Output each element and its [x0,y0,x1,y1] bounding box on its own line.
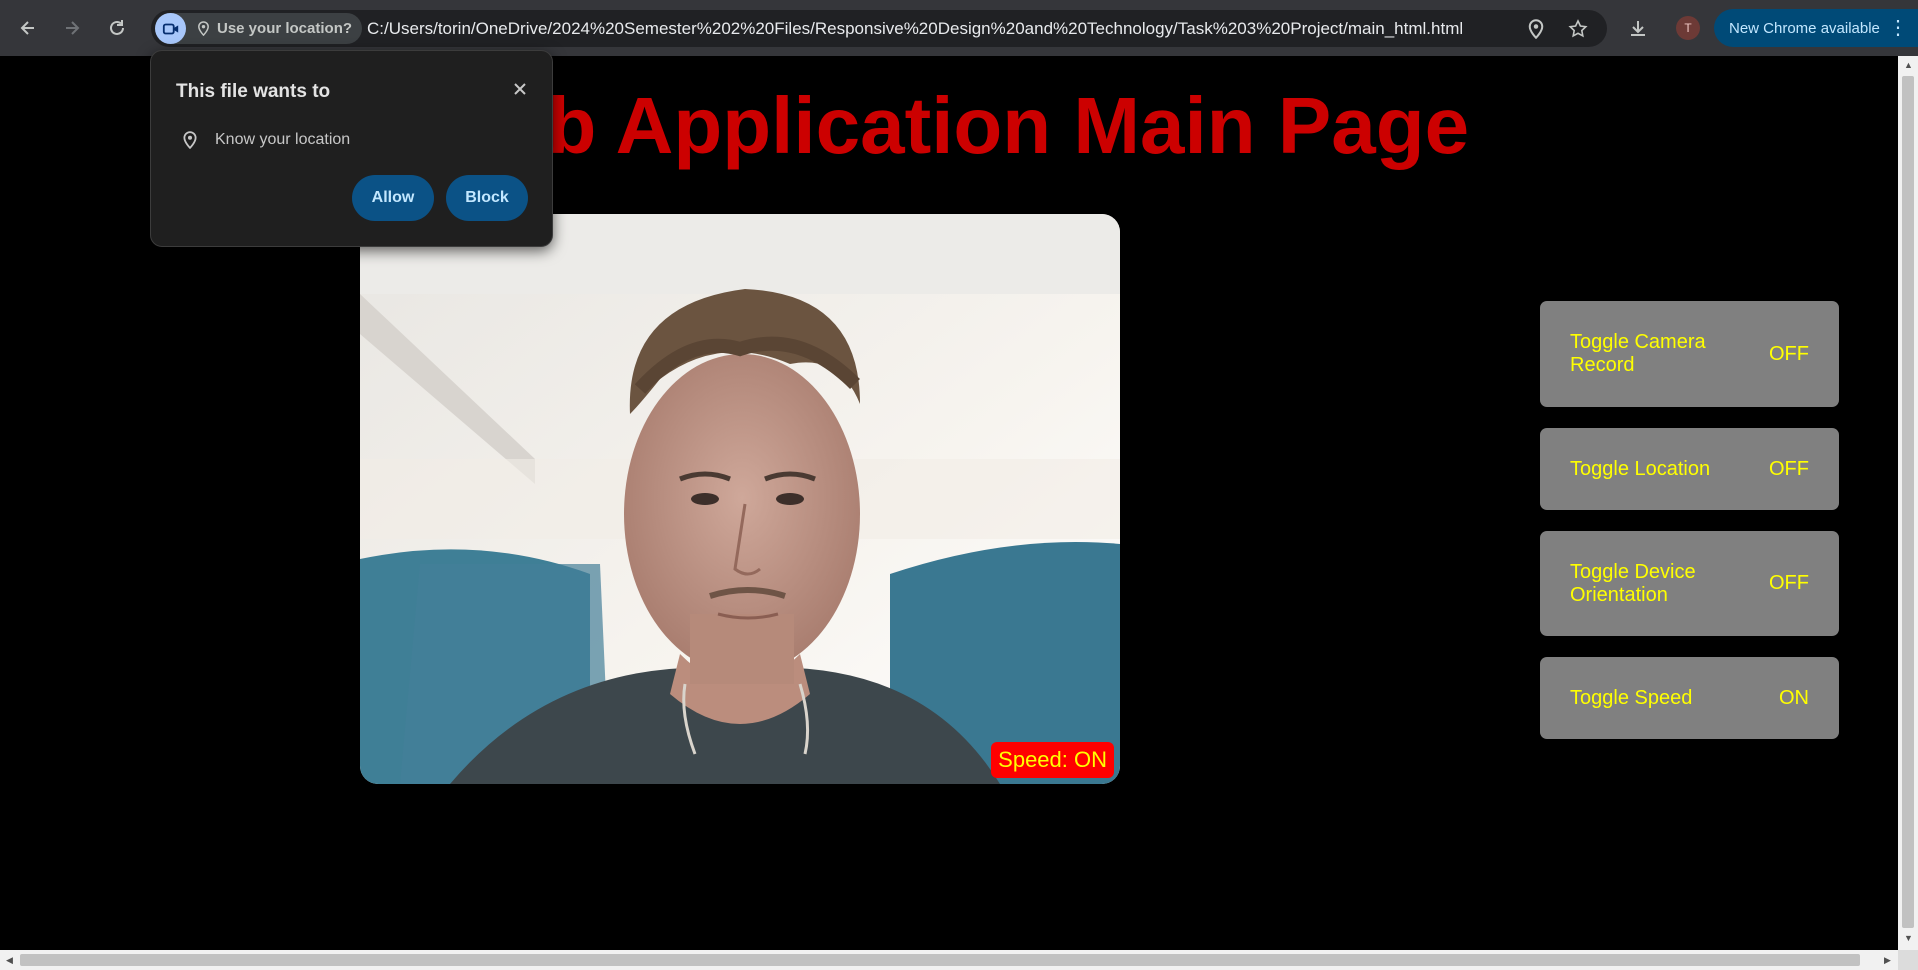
toggle-state: OFF [1769,572,1809,594]
back-button[interactable] [12,12,44,44]
scroll-down-arrow-icon[interactable]: ▼ [1904,933,1913,943]
toggle-label: Toggle Camera Record [1570,331,1706,376]
close-icon[interactable] [510,79,530,99]
toggle-label: Toggle Speed [1570,686,1693,709]
reload-button[interactable] [101,12,133,44]
location-pin-icon [1528,19,1544,39]
toggle-state: OFF [1769,342,1809,365]
scrollbar-corner [1898,950,1918,970]
location-indicator-button[interactable] [1523,16,1549,42]
permission-request-row: Know your location [181,131,350,149]
toggle-state: ON [1779,686,1809,709]
scroll-right-arrow-icon[interactable]: ▶ [1884,955,1891,966]
new-chrome-available-button[interactable]: New Chrome available ⋮ [1714,9,1918,47]
back-arrow-icon [20,21,34,35]
toggle-device-orientation-button[interactable]: Toggle Device Orientation OFF [1540,531,1839,636]
vertical-scroll-thumb[interactable] [1902,76,1914,928]
scroll-up-arrow-icon[interactable]: ▲ [1904,60,1913,70]
update-label: New Chrome available [1729,19,1880,37]
site-permission-chips: Use your location? [155,13,363,44]
location-chip-label: Use your location? [217,20,353,37]
bookmark-button[interactable] [1565,16,1591,42]
toggle-camera-record-button[interactable]: Toggle Camera Record OFF [1540,301,1839,407]
forward-button[interactable] [56,12,88,44]
star-icon [1568,19,1588,38]
toggle-label: Toggle Device Orientation [1570,560,1696,606]
toggle-speed-button[interactable]: Toggle Speed ON [1540,657,1839,739]
location-request-chip[interactable]: Use your location? [186,20,352,37]
download-icon [1631,21,1645,36]
scroll-left-arrow-icon[interactable]: ◀ [6,955,13,966]
url-text: C:/Users/torin/OneDrive/2024%20Semester%… [367,19,1464,38]
permission-label: Know your location [215,131,351,148]
location-pin-icon [183,131,197,149]
browser-toolbar: Use your location? C:/Users/torin/OneDri… [0,0,1918,56]
downloads-button[interactable] [1624,14,1652,42]
toggle-location-button[interactable]: Toggle Location OFF [1540,428,1839,510]
webcam-person-image [360,214,1120,784]
toggle-controls-panel: Toggle Camera Record OFF Toggle Location… [1540,301,1839,760]
horizontal-scrollbar[interactable]: ◀ ▶ [0,950,1898,970]
camera-video-feed: Speed: ON [360,214,1120,784]
horizontal-scroll-thumb[interactable] [20,954,1860,966]
location-permission-popup: This file wants to Know your location Al… [150,50,553,247]
block-button[interactable]: Block [446,175,528,221]
reload-icon [110,20,124,35]
toggle-state: OFF [1769,457,1809,480]
toggle-label: Toggle Location [1570,457,1711,480]
video-camera-icon [162,23,178,34]
speed-status-badge: Speed: ON [991,742,1114,778]
camera-in-use-chip[interactable] [155,13,186,44]
vertical-scrollbar[interactable]: ▲ ▼ [1898,56,1918,950]
address-bar[interactable]: Use your location? C:/Users/torin/OneDri… [151,10,1607,47]
popup-title: This file wants to [176,81,331,102]
profile-avatar[interactable]: T [1676,16,1700,40]
location-pin-icon [198,21,209,36]
kebab-menu-icon[interactable]: ⋮ [1888,18,1908,38]
allow-button[interactable]: Allow [352,175,434,221]
forward-arrow-icon [66,21,80,35]
